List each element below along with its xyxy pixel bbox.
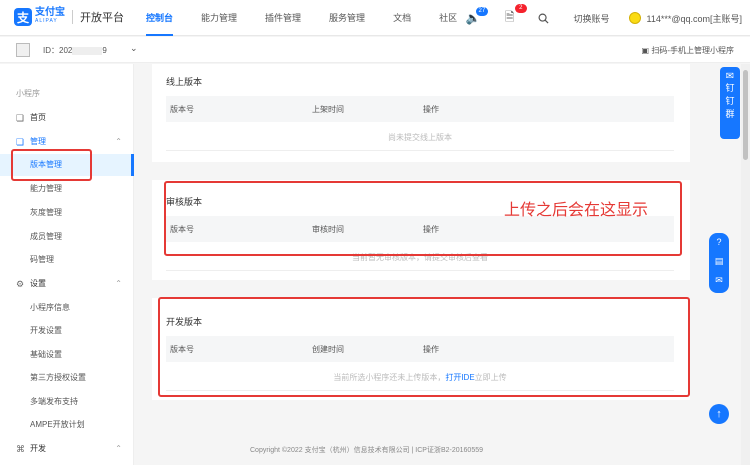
annotation-text: 上传之后会在这显示 xyxy=(504,202,649,219)
notice-button[interactable]: 🔈 27 xyxy=(466,7,488,25)
top-bar: 支 支付宝 ALIPAY 开放平台 控制台 能力管理 插件管理 服务管理 文档 … xyxy=(0,0,750,36)
scan-manage-link[interactable]: ▣ 扫码-手机上管理小程序 xyxy=(642,45,734,56)
sidebar-item-basic-settings[interactable]: 基础设置 xyxy=(0,344,134,366)
col-version: 版本号 xyxy=(170,105,194,114)
arrow-up-icon: ↑ xyxy=(716,408,722,420)
nav-service[interactable]: 服务管理 xyxy=(329,0,365,36)
online-version-empty: 尚未提交线上版本 xyxy=(388,133,452,142)
chevron-up-icon: ⌃ xyxy=(115,444,122,453)
nav-docs[interactable]: 文档 xyxy=(393,0,411,36)
app-icon xyxy=(16,43,30,57)
sidebar-item-ampe[interactable]: AMPE开放计划 xyxy=(0,414,134,436)
footer-copyright: Copyright ©2022 支付宝（杭州）信息技术有限公司 | ICP证浙B… xyxy=(250,447,483,454)
top-nav: 控制台 能力管理 插件管理 服务管理 文档 社区 xyxy=(146,0,485,36)
dingtalk-icon: ✉ xyxy=(725,71,735,82)
nav-console[interactable]: 控制台 xyxy=(146,0,174,36)
switch-account-link[interactable]: 切换账号 xyxy=(573,12,609,25)
nav-community[interactable]: 社区 xyxy=(439,0,457,36)
table-divider xyxy=(166,270,674,271)
chevron-down-icon[interactable]: ⌄ xyxy=(130,43,138,54)
search-button[interactable] xyxy=(538,13,549,24)
message-button[interactable]: 🗎 2 xyxy=(504,3,527,29)
platform-name: 开放平台 xyxy=(80,12,124,24)
message-badge: 2 xyxy=(514,3,527,13)
nav-capability[interactable]: 能力管理 xyxy=(201,0,237,36)
notice-badge: 27 xyxy=(475,7,488,16)
sidebar: 小程序 ❏ 首页 ❏ 管理 ⌃ 版本管理 能力管理 灰度管理 成员管理 码管理 … xyxy=(0,64,134,465)
gear-icon: ⚙ xyxy=(16,279,25,289)
table-divider xyxy=(166,150,674,151)
sidebar-section-settings[interactable]: ⚙ 设置 ⌃ xyxy=(0,273,134,295)
sidebar-group-title: 小程序 xyxy=(16,89,40,98)
sidebar-section-develop[interactable]: ⌘ 开发 ⌃ xyxy=(0,438,134,460)
dingtalk-group-button[interactable]: ✉ 钉 钉 群 xyxy=(720,67,740,139)
sidebar-item-third-party-auth[interactable]: 第三方授权设置 xyxy=(0,367,134,389)
app-id-label: ID：202 xyxy=(43,46,73,55)
sidebar-item-members[interactable]: 成员管理 xyxy=(0,226,134,248)
sidebar-item-multi-platform[interactable]: 多端发布支持 xyxy=(0,391,134,413)
scrollbar-thumb[interactable] xyxy=(743,70,748,160)
sidebar-item-dev-settings[interactable]: 开发设置 xyxy=(0,320,134,342)
app-id-tail: 9 xyxy=(102,46,107,55)
code-icon: ⌘ xyxy=(16,444,25,454)
online-version-table-header: 版本号 上架时间 操作 xyxy=(166,96,674,122)
mail-icon[interactable]: ✉ xyxy=(709,271,729,290)
avatar xyxy=(629,12,642,24)
logo-divider xyxy=(72,10,73,24)
col-action: 操作 xyxy=(423,105,439,114)
app-id-redaction xyxy=(72,46,103,55)
nav-plugin[interactable]: 插件管理 xyxy=(265,0,301,36)
online-version-card: 线上版本 版本号 上架时间 操作 尚未提交线上版本 xyxy=(152,64,690,162)
floating-toolbar: ? ▤ ✉ xyxy=(709,233,729,293)
help-icon[interactable]: ? xyxy=(709,233,729,252)
annotation-box-dev xyxy=(158,297,690,397)
app-selector-bar: ID：202 9 ⌄ ▣ 扫码-手机上管理小程序 xyxy=(0,37,750,63)
chat-icon[interactable]: ▤ xyxy=(709,252,729,271)
app-id-selector[interactable]: ID：202 9 xyxy=(43,45,107,56)
logo-text-cn: 支付宝 xyxy=(35,7,65,18)
chevron-up-icon: ⌃ xyxy=(115,279,122,288)
sidebar-item-gray-release[interactable]: 灰度管理 xyxy=(0,202,134,224)
logo-text-en: ALIPAY xyxy=(35,18,58,24)
sidebar-item-code[interactable]: 码管理 xyxy=(0,249,134,271)
sidebar-item-app-info[interactable]: 小程序信息 xyxy=(0,297,134,319)
user-account: 114***@qq.com[主账号] xyxy=(646,13,742,24)
alipay-logo-icon: 支 xyxy=(14,8,32,26)
online-version-title: 线上版本 xyxy=(166,77,203,87)
back-to-top-button[interactable]: ↑ xyxy=(709,404,729,424)
user-menu[interactable]: 114***@qq.com[主账号] xyxy=(629,12,742,25)
cube-icon: ❏ xyxy=(16,113,25,123)
sidebar-item-home[interactable]: ❏ 首页 xyxy=(0,107,134,129)
document-icon: 🗎 xyxy=(504,9,515,24)
search-icon xyxy=(538,13,549,24)
alipay-logo[interactable]: 支 支付宝 ALIPAY 开放平台 xyxy=(14,8,124,26)
col-release-time: 上架时间 xyxy=(312,105,344,114)
annotation-box-version-manage xyxy=(11,149,92,181)
sidebar-item-capability[interactable]: 能力管理 xyxy=(0,178,134,200)
chevron-up-icon: ⌃ xyxy=(115,137,122,146)
